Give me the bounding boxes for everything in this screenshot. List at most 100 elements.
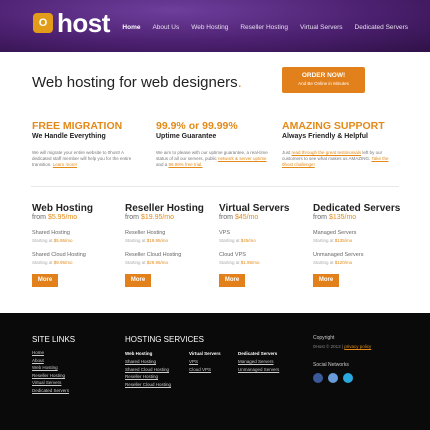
- starting-at-label: Starting at: [313, 238, 334, 243]
- nav-reseller-hosting[interactable]: Reseller Hosting: [240, 24, 288, 31]
- plan-option-start: Starting at $135/mo: [313, 238, 405, 243]
- plan-option-name: Shared Hosting: [32, 230, 70, 236]
- learn-more-link[interactable]: Learn more!: [53, 162, 77, 167]
- nav-dedicated-servers[interactable]: Dedicated Servers: [355, 24, 408, 31]
- plan-option: VPS Starting at $45/mo: [219, 230, 311, 243]
- order-now-button[interactable]: ORDER NOW! And Be Online in Minutes: [282, 67, 365, 93]
- nav-virtual-servers[interactable]: Virtual Servers: [300, 24, 343, 31]
- footer-link[interactable]: Unmanaged Servers: [238, 367, 279, 372]
- network-uptime-link[interactable]: network & server uptime: [218, 156, 267, 161]
- plan-option-start: Starting at $45/mo: [219, 238, 311, 243]
- more-button-virtual-servers[interactable]: More: [219, 274, 245, 287]
- plan-option-name: Cloud VPS: [219, 252, 246, 258]
- feature-subtitle: We Handle Everything: [32, 133, 106, 140]
- footer-link-dedicated-servers[interactable]: Dedicated Servers: [32, 388, 75, 393]
- footer-link[interactable]: Managed Servers: [238, 359, 279, 364]
- feature-desc-text: We will migrate your entire website to 0…: [32, 150, 132, 167]
- starting-at-label: Starting at: [32, 260, 53, 265]
- facebook-icon[interactable]: [313, 373, 323, 383]
- plan-option: Unmanaged Servers Starting at $120/mo: [313, 252, 405, 265]
- plan-from: from: [125, 214, 139, 221]
- plan-from: from: [32, 214, 46, 221]
- copyright-text: 0Host © 2013 | privacy policy: [313, 344, 371, 349]
- plan-option-name: VPS: [219, 230, 231, 236]
- plan-option-price: $5.95/mo: [53, 238, 73, 243]
- starting-at-label: Starting at: [125, 238, 146, 243]
- logo-mark: O: [33, 13, 53, 33]
- feature-title: AMAZING SUPPORT: [282, 120, 385, 132]
- footer-link-home[interactable]: Home: [32, 350, 75, 355]
- footer-link-about[interactable]: About: [32, 358, 75, 363]
- plan-virtual-servers: Virtual Servers from $45/mo VPS Starting…: [219, 203, 311, 265]
- plan-option-price: $9.95/mo: [53, 260, 73, 265]
- plan-option-name: Managed Servers: [313, 230, 357, 236]
- plan-option-start: Starting at $5.95/mo: [32, 238, 124, 243]
- feature-uptime: 99.9% or 99.99% Uptime Guarantee We aim …: [156, 120, 268, 168]
- plan-option: Reseller Cloud Hosting Starting at $29.9…: [125, 252, 217, 265]
- footer-link-web-hosting[interactable]: Web Hosting: [32, 365, 75, 370]
- footer-link[interactable]: Reseller Cloud Hosting: [125, 382, 171, 387]
- plan-price-value: $45/mo: [234, 214, 259, 221]
- plan-option-price: $29.95/mo: [146, 260, 169, 265]
- plan-option: Shared Cloud Hosting Starting at $9.95/m…: [32, 252, 124, 265]
- nav-web-hosting[interactable]: Web Hosting: [191, 24, 228, 31]
- plan-option-price: $19.95/mo: [146, 238, 169, 243]
- hosting-col-heading: Web Hosting: [125, 351, 153, 356]
- plan-price-value: $19.95/mo: [140, 214, 175, 221]
- feature-description: Just read through the great testimonials…: [282, 150, 394, 168]
- plan-from: from: [313, 214, 327, 221]
- hero-title-dot: .: [237, 74, 242, 91]
- plan-option-start: Starting at $29.95/mo: [125, 260, 217, 265]
- testimonials-link[interactable]: read through the great testimonials: [292, 150, 362, 155]
- starting-at-label: Starting at: [125, 260, 146, 265]
- footer-link-reseller-hosting[interactable]: Reseller Hosting: [32, 373, 75, 378]
- footer-heading: SITE LINKS: [32, 335, 76, 344]
- feature-title: FREE MIGRATION: [32, 120, 123, 132]
- plan-from: from: [219, 214, 233, 221]
- privacy-policy-link[interactable]: privacy policy: [344, 344, 371, 349]
- more-button-reseller-hosting[interactable]: More: [125, 274, 151, 287]
- feature-support: AMAZING SUPPORT Always Friendly & Helpfu…: [282, 120, 394, 168]
- plan-option-name: Unmanaged Servers: [313, 252, 364, 258]
- plan-option-start: Starting at $1.95/mo: [219, 260, 311, 265]
- footer-site-links: SITE LINKS Home About Web Hosting Resell…: [32, 335, 75, 395]
- footer-link[interactable]: Shared Hosting: [125, 359, 171, 364]
- footer-link-virtual-servers[interactable]: Virtual Servers: [32, 380, 75, 385]
- nav-home[interactable]: Home: [122, 24, 140, 31]
- hosting-col-heading: Dedicated Servers: [238, 351, 278, 356]
- plan-title: Reseller Hosting: [125, 203, 204, 214]
- plan-option-name: Reseller Cloud Hosting: [125, 252, 182, 258]
- feature-subtitle: Uptime Guarantee: [156, 133, 217, 140]
- plan-price-value: $135/mo: [328, 214, 357, 221]
- plan-price: from $19.95/mo: [125, 214, 217, 221]
- plan-title: Virtual Servers: [219, 203, 290, 214]
- free-trial-link[interactable]: 99.99% free trial.: [169, 162, 203, 167]
- footer-link[interactable]: VPS: [189, 359, 221, 364]
- footer-link[interactable]: Cloud VPS: [189, 367, 221, 372]
- hero: Web hosting for web designers. ORDER NOW…: [0, 52, 430, 111]
- footer-link[interactable]: Reseller Hosting: [125, 374, 171, 379]
- delicious-icon[interactable]: [328, 373, 338, 383]
- plan-option-start: Starting at $120/mo: [313, 260, 405, 265]
- feature-desc-text-2: and a: [156, 162, 168, 167]
- plan-price: from $45/mo: [219, 214, 311, 221]
- plan-option-price: $135/mo: [334, 238, 353, 243]
- more-button-web-hosting[interactable]: More: [32, 274, 58, 287]
- plan-price-value: $5.95/mo: [47, 214, 78, 221]
- nav-about-us[interactable]: About Us: [152, 24, 179, 31]
- twitter-icon[interactable]: [343, 373, 353, 383]
- hosting-col-web: Web Hosting Shared Hosting Shared Cloud …: [125, 351, 171, 389]
- starting-at-label: Starting at: [313, 260, 334, 265]
- more-button-dedicated-servers[interactable]: More: [313, 274, 339, 287]
- plan-dedicated-servers: Dedicated Servers from $135/mo Managed S…: [313, 203, 405, 265]
- footer-link-list: Home About Web Hosting Reseller Hosting …: [32, 350, 75, 393]
- hosting-col-heading: Virtual Servers: [189, 351, 221, 356]
- plan-option-price: $45/mo: [240, 238, 256, 243]
- footer-hosting-services: HOSTING SERVICES Web Hosting Shared Host…: [125, 335, 279, 387]
- feature-migration: FREE MIGRATION We Handle Everything We w…: [32, 120, 144, 168]
- footer-link[interactable]: Shared Cloud Hosting: [125, 367, 171, 372]
- copyright-label: Copyright: [313, 335, 335, 341]
- logo[interactable]: O host: [33, 10, 110, 36]
- plan-option-price: $1.95/mo: [240, 260, 260, 265]
- starting-at-label: Starting at: [219, 238, 240, 243]
